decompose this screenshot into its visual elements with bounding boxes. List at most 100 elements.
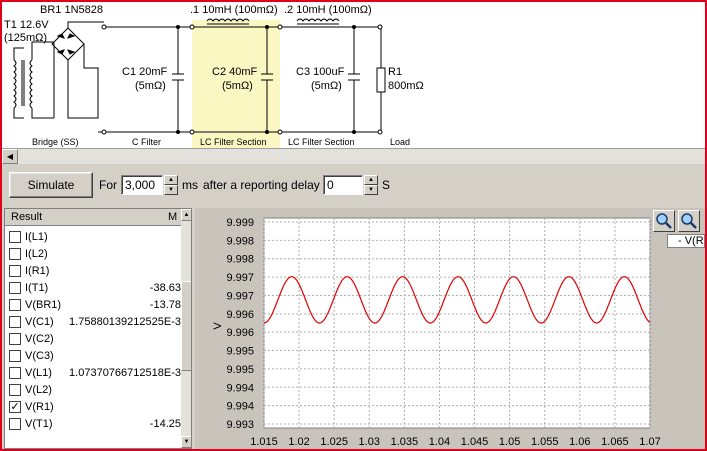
result-row[interactable]: V(BR1) -13.78 xyxy=(5,297,181,314)
seconds-label: S xyxy=(382,178,391,192)
x-tick-label: 1.02 xyxy=(288,436,309,448)
result-row[interactable]: V(C2) xyxy=(5,331,181,348)
x-tick-label: 1.015 xyxy=(250,436,278,448)
zoom-out-button[interactable] xyxy=(678,210,700,232)
result-name: V(T1) xyxy=(25,418,53,430)
zoom-in-button[interactable] xyxy=(653,210,675,232)
ms-label: ms xyxy=(182,178,198,192)
c2-label: C2 40mF xyxy=(212,66,258,78)
result-checkbox[interactable] xyxy=(9,265,21,277)
scroll-thumb[interactable] xyxy=(181,281,191,371)
transformer-resistance: (125mΩ) xyxy=(4,32,48,44)
column-header-measure[interactable]: M xyxy=(168,211,177,223)
y-tick-label: 9.998 xyxy=(226,235,254,247)
section-label-lc1: LC Filter Section xyxy=(200,137,267,147)
y-tick-label: 9.995 xyxy=(226,364,254,376)
result-checkbox[interactable] xyxy=(9,299,21,311)
y-tick-label: 9.998 xyxy=(226,254,254,266)
result-row[interactable]: V(T1) -14.25 xyxy=(5,416,181,433)
result-checkbox[interactable] xyxy=(9,418,21,430)
r1-value: 800mΩ xyxy=(388,80,424,92)
inductor2-label: .2 10mH (100mΩ) xyxy=(284,4,372,16)
result-name: V(BR1) xyxy=(25,299,62,311)
inductor1-label: .1 10mH (100mΩ) xyxy=(190,4,278,16)
result-row[interactable]: I(T1) -38.63 xyxy=(5,280,181,297)
y-tick-label: 9.999 xyxy=(226,217,254,229)
result-checkbox[interactable] xyxy=(9,316,21,328)
duration-spinner[interactable]: ▲ ▼ xyxy=(164,175,178,195)
result-checkbox[interactable] xyxy=(9,350,21,362)
result-checkbox[interactable] xyxy=(9,333,21,345)
for-label: For xyxy=(99,178,117,192)
y-tick-label: 9.995 xyxy=(226,346,254,358)
x-tick-label: 1.045 xyxy=(461,436,489,448)
x-tick-label: 1.07 xyxy=(639,436,660,448)
result-row[interactable]: ✓ V(R1) xyxy=(5,399,181,416)
result-name: I(L2) xyxy=(25,248,48,260)
result-name: V(L2) xyxy=(25,384,52,396)
result-value: 1.75880139212525E-3 xyxy=(69,316,181,328)
result-row[interactable]: I(R1) xyxy=(5,263,181,280)
bridge-name: BR1 1N5828 xyxy=(40,4,103,16)
schematic-drawing xyxy=(13,18,386,135)
result-checkbox[interactable] xyxy=(9,282,21,294)
result-name: I(R1) xyxy=(25,265,50,277)
result-row[interactable]: I(L1) xyxy=(5,229,181,246)
scroll-left-arrow-icon[interactable]: ◀ xyxy=(2,149,18,164)
spin-up-icon[interactable]: ▲ xyxy=(364,175,378,185)
duration-input[interactable]: 3,000 xyxy=(121,175,163,195)
zoom-out-icon xyxy=(681,213,697,229)
results-vertical-scrollbar[interactable]: ▲ ▼ xyxy=(181,209,191,448)
result-checkbox[interactable]: ✓ xyxy=(9,401,21,413)
result-checkbox[interactable] xyxy=(9,367,21,379)
spin-down-icon[interactable]: ▼ xyxy=(164,185,178,195)
schematic-horizontal-scrollbar[interactable]: ◀ xyxy=(2,148,705,164)
column-header-result[interactable]: Result xyxy=(11,211,42,223)
waveform-plot: 1.015 1.02 1.025 1.03 1.035 1.04 1.045 1.05 1.05… xyxy=(195,208,705,449)
y-tick-label: 9.996 xyxy=(226,327,254,339)
y-axis-label: V xyxy=(212,322,224,330)
section-label-load: Load xyxy=(390,137,411,147)
c1-label: C1 20mF xyxy=(122,66,168,78)
c1-esr: (5mΩ) xyxy=(135,80,166,92)
c3-label: C3 100uF xyxy=(296,66,345,78)
reporting-delay-label: after a reporting delay of xyxy=(203,178,334,192)
section-label-c-filter: C Filter xyxy=(132,137,161,147)
y-tick-label: 9.993 xyxy=(226,419,254,431)
result-checkbox[interactable] xyxy=(9,231,21,243)
x-tick-label: 1.05 xyxy=(499,436,520,448)
result-checkbox[interactable] xyxy=(9,248,21,260)
y-tick-label: 9.997 xyxy=(226,272,254,284)
x-tick-label: 1.035 xyxy=(391,436,419,448)
result-checkbox[interactable] xyxy=(9,384,21,396)
scroll-down-arrow-icon[interactable]: ▼ xyxy=(181,436,191,448)
x-tick-label: 1.06 xyxy=(569,436,590,448)
result-value: 1.07370766712518E-3 xyxy=(69,367,181,379)
spin-down-icon[interactable]: ▼ xyxy=(364,185,378,195)
x-tick-label: 1.025 xyxy=(320,436,348,448)
result-row[interactable]: V(C3) xyxy=(5,348,181,365)
plot-canvas: 1.015 1.02 1.025 1.03 1.035 1.04 1.045 1.05 1.05… xyxy=(212,217,661,448)
y-tick-label: 9.997 xyxy=(226,290,254,302)
simulate-button[interactable]: Simulate xyxy=(9,172,93,198)
result-row[interactable]: V(L2) xyxy=(5,382,181,399)
delay-input[interactable]: 0 xyxy=(323,175,363,195)
c2-esr: (5mΩ) xyxy=(222,80,253,92)
delay-spinner[interactable]: ▲ ▼ xyxy=(364,175,378,195)
section-label-bridge: Bridge (SS) xyxy=(32,137,79,147)
r1-label: R1 xyxy=(388,66,403,78)
result-value: -38.63 xyxy=(149,282,181,294)
y-tick-label: 9.996 xyxy=(226,309,254,321)
section-label-lc2: LC Filter Section xyxy=(288,137,355,147)
c3-esr: (5mΩ) xyxy=(311,80,342,92)
result-row[interactable]: V(C1) 1.75880139212525E-3 xyxy=(5,314,181,331)
result-name: V(C2) xyxy=(25,333,54,345)
scroll-up-arrow-icon[interactable]: ▲ xyxy=(181,209,191,221)
x-tick-label: 1.055 xyxy=(531,436,559,448)
spin-up-icon[interactable]: ▲ xyxy=(164,175,178,185)
result-row[interactable]: V(L1) 1.07370766712518E-3 xyxy=(5,365,181,382)
result-row[interactable]: I(L2) xyxy=(5,246,181,263)
result-value: -13.78 xyxy=(149,299,181,311)
result-name: I(T1) xyxy=(25,282,49,294)
x-tick-label: 1.04 xyxy=(429,436,450,448)
